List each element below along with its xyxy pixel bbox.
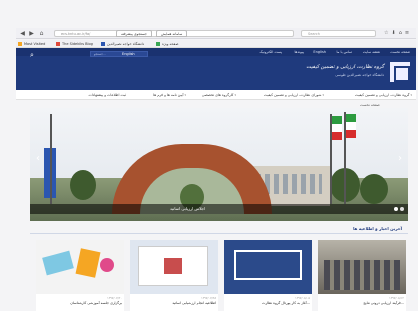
news-date: ۱۳۹۷/۰۷/۲۰ (107, 296, 122, 300)
news-date: ۱۳۹۷/۰۸/۰۵ (295, 296, 310, 300)
browser-search-placeholder: Search (308, 32, 321, 36)
toplink-contact[interactable]: تماس با ما (336, 48, 352, 56)
bookmark-icon (101, 42, 105, 46)
logo-title: گروه نظارت، ارزیابی و تضمین کیفیت (306, 64, 384, 70)
tab-search[interactable]: جستجوی پیشرفته (116, 30, 152, 37)
news-section-title: آخرین اخبار و اطلاعیه ها (353, 226, 402, 231)
toplink-email[interactable]: پست الکترونیک (260, 48, 282, 56)
home-icon[interactable]: ⌂ (38, 30, 45, 37)
news-thumbnail (130, 240, 218, 294)
news-thumbnail (224, 240, 312, 294)
download-icon[interactable]: ⬇ (391, 30, 398, 36)
university-emblem-icon (388, 60, 412, 84)
news-title[interactable]: برگزاری جلسه آموزشی کارشناسان (70, 301, 122, 306)
news-title[interactable]: آغاز به کار پورتال گروه نظارت... (262, 301, 310, 306)
menu-icon[interactable]: ≡ (405, 30, 412, 36)
hero-caption-bar: اجلاس ارزیابی اساتید (30, 204, 408, 214)
news-card[interactable]: ۱۳۹۷/۰۸/۱۲ فرآیند ارزیابی درونی نتایج... (318, 240, 406, 311)
nav-item-regulations[interactable]: آیین نامه ها و فرم ها▾ (153, 90, 186, 100)
news-title[interactable]: اطلاعیه انجام ارزشیابی اساتید (172, 301, 216, 306)
toplink-sitemap[interactable]: نقشه سایت (363, 48, 380, 56)
chevron-down-icon: ▾ (234, 93, 236, 97)
bookmark-sidekiks[interactable]: The Sidekiks Blog (56, 41, 93, 47)
nav-item-feedback[interactable]: ثبت اطلاعات و پیشنهادات (88, 90, 126, 100)
slider-prev-icon[interactable]: ‹ (34, 153, 42, 165)
flag (332, 116, 342, 140)
chevron-down-icon: ▾ (410, 93, 412, 97)
chevron-down-icon: ▾ (184, 93, 186, 97)
news-card[interactable]: ۱۳۹۷/۰۷/۲۸ اطلاعیه انجام ارزشیابی اساتید (130, 240, 218, 311)
browser-search-input[interactable]: Search (301, 30, 376, 37)
bookmark-most-visited[interactable]: Most Visited (18, 41, 45, 47)
search-icon[interactable]: ⌕ (30, 51, 38, 59)
site-search-placeholder: جستجو... (94, 52, 106, 56)
slider-dot[interactable] (400, 207, 404, 211)
news-thumbnail (36, 240, 124, 294)
toolbar-icons: ☆⬇⌂≡ (384, 30, 412, 36)
chevron-down-icon: ▾ (322, 93, 324, 97)
browser-toolbar: ◀ ▶ ⌂ ecs.kntu.ac.ir/fa/ Search ☆⬇⌂≡ (16, 28, 416, 39)
news-title[interactable]: فرآیند ارزیابی درونی نتایج... (363, 301, 404, 306)
bookmark-icon (156, 42, 160, 46)
news-card[interactable]: ۱۳۹۷/۰۸/۰۵ آغاز به کار پورتال گروه نظارت… (224, 240, 312, 311)
slider-next-icon[interactable]: › (396, 153, 404, 165)
news-date: ۱۳۹۷/۰۷/۲۸ (201, 296, 216, 300)
bookmark-icon (56, 42, 60, 46)
bookmark-special[interactable]: صفحه ویژه (156, 41, 178, 47)
site-top-links: صفحه نخست نقشه سایت تماس با ما English پ… (16, 48, 416, 56)
main-nav: گروه نظارت، ارزیابی و تضمین کیفیت▾ شورای… (16, 90, 416, 100)
slider-dots (392, 207, 404, 212)
logo-subtitle: دانشگاه خواجه نصیرالدین طوسی (335, 73, 384, 77)
bookmarks-bar: سامانه همایش جستجوی پیشرفته Most Visited… (16, 30, 416, 48)
bookmark-icon (18, 42, 22, 46)
site-logo[interactable]: گروه نظارت، ارزیابی و تضمین کیفیت دانشگا… (306, 60, 412, 86)
nav-item-workgroups[interactable]: کارگروه های تخصصی▾ (202, 90, 236, 100)
slider-dot[interactable] (394, 207, 398, 211)
news-header: آخرین اخبار و اطلاعیه ها (30, 225, 408, 234)
back-icon[interactable]: ◀ (19, 30, 26, 37)
nav-item-council[interactable]: شورای نظارت، ارزیابی و تضمین کیفیت▾ (264, 90, 324, 100)
tab-conference[interactable]: سامانه همایش (156, 30, 188, 37)
flag-pole (50, 114, 52, 204)
forward-icon[interactable]: ▶ (28, 30, 35, 37)
toplink-home[interactable]: صفحه نخست (390, 48, 410, 56)
hero-slider[interactable]: ‹ › اجلاس ارزیابی اساتید (30, 108, 408, 221)
language-button[interactable]: English (122, 51, 135, 57)
browser-window: ◀ ▶ ⌂ ecs.kntu.ac.ir/fa/ Search ☆⬇⌂≡ سام… (0, 0, 418, 311)
tree (360, 174, 388, 204)
news-date: ۱۳۹۷/۰۸/۱۲ (389, 296, 404, 300)
toplink-english[interactable]: English (313, 48, 326, 56)
url-text: ecs.kntu.ac.ir/fa/ (61, 32, 91, 36)
bookmark-kntu[interactable]: دانشگاه خواجه نصیرالدین (101, 41, 144, 47)
flag (346, 114, 356, 138)
hero-caption[interactable]: اجلاس ارزیابی اساتید (170, 204, 205, 214)
news-thumbnail (318, 240, 406, 294)
site-search-input[interactable]: جستجو... (90, 51, 148, 57)
divider (30, 233, 408, 234)
tree (70, 170, 96, 200)
nav-item-group[interactable]: گروه نظارت، ارزیابی و تضمین کیفیت▾ (355, 90, 412, 100)
news-card[interactable]: ۱۳۹۷/۰۷/۲۰ برگزاری جلسه آموزشی کارشناسان (36, 240, 124, 311)
toplink-links[interactable]: پیوندها (294, 48, 304, 56)
